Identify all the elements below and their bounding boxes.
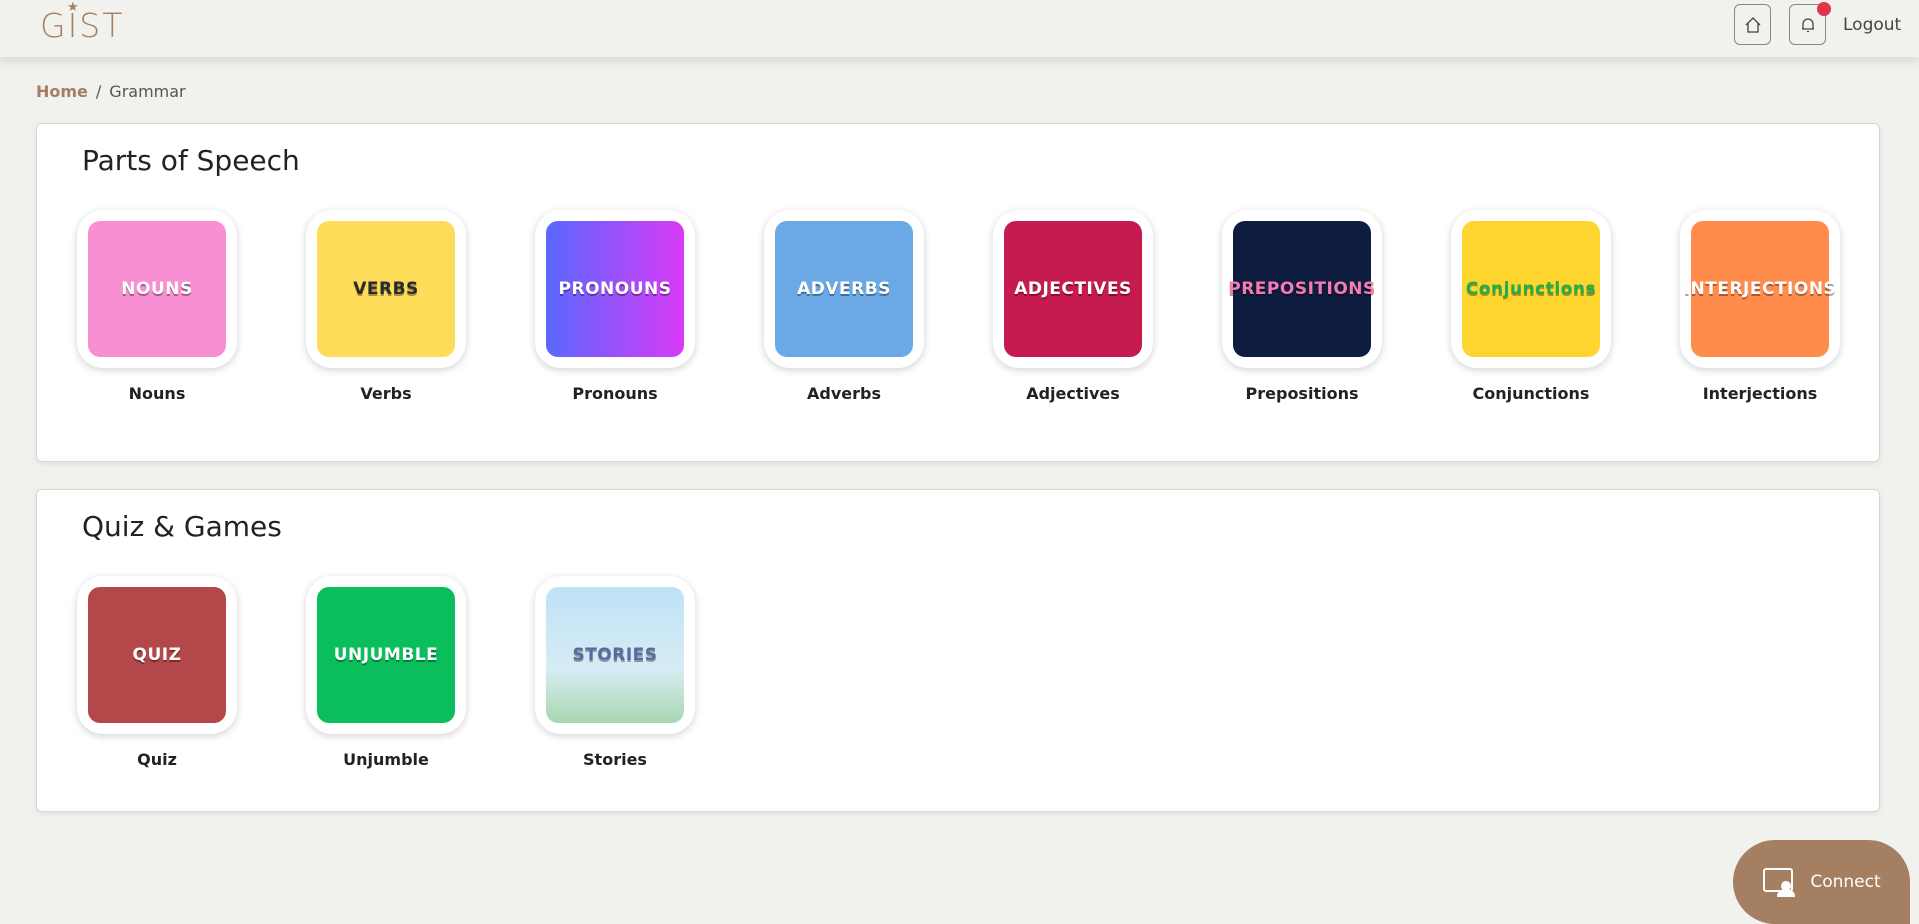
section-title: Parts of Speech [82,144,300,177]
adjectives-thumbnail: ADJECTIVES [1004,221,1142,357]
notification-dot [1817,2,1831,16]
tile-label: Interjections [1702,384,1818,403]
logout-link[interactable]: Logout [1843,15,1901,35]
tile-label: Adverbs [807,384,881,403]
tile-label: Unjumble [343,750,429,769]
tile-frame: PREPOSITIONS [1222,210,1382,368]
thumbnail-art-text: Conjunctions [1465,279,1597,299]
adverbs-thumbnail: ADVERBS [775,221,913,357]
stories-thumbnail: STORIES [546,587,684,723]
thumbnail-art-text: UNJUMBLE [333,645,439,665]
tile-frame: INTERJECTIONS [1680,210,1840,368]
tile-frame: VERBS [306,210,466,368]
tile-label: Verbs [360,384,412,403]
tile-stories[interactable]: STORIES Stories [535,576,695,769]
tile-frame: Conjunctions [1451,210,1611,368]
tile-quiz[interactable]: QUIZ Quiz [77,576,237,769]
tile-pronouns[interactable]: PRONOUNS Pronouns [535,210,695,403]
thumbnail-art-text: VERBS [353,279,419,299]
tile-frame: QUIZ [77,576,237,734]
tile-frame: PRONOUNS [535,210,695,368]
quiz-thumbnail: QUIZ [88,587,226,723]
screen-user-icon [1763,868,1796,897]
tile-label: Nouns [128,384,186,403]
conjunctions-thumbnail: Conjunctions [1462,221,1600,357]
notifications-button[interactable] [1789,2,1831,45]
interjections-thumbnail: INTERJECTIONS [1684,221,1836,357]
thumbnail-art-text: PREPOSITIONS [1228,279,1376,299]
tile-frame: ADJECTIVES [993,210,1153,368]
tile-interjections[interactable]: INTERJECTIONS Interjections [1680,210,1840,403]
thumbnail-art-text: QUIZ [132,645,182,665]
breadcrumb-separator: / [95,82,102,101]
home-icon [1745,16,1760,33]
tile-adjectives[interactable]: ADJECTIVES Adjectives [993,210,1153,403]
parts-of-speech-section: Parts of Speech NOUNS Nouns VERBS Verbs PRON… [36,123,1880,462]
tile-label: Conjunctions [1472,384,1590,403]
quiz-games-section: Quiz & Games QUIZ Quiz UNJUMBLE Unjumble STO… [36,489,1880,812]
thumbnail-art-text: ADJECTIVES [1014,279,1132,299]
breadcrumb-home[interactable]: Home [36,82,88,101]
verbs-thumbnail: VERBS [317,221,455,357]
tile-label: Pronouns [572,384,658,403]
tile-verbs[interactable]: VERBS Verbs [306,210,466,403]
home-button[interactable] [1734,4,1771,45]
pronouns-thumbnail: PRONOUNS [546,221,684,357]
bell-icon [1801,17,1814,32]
thumbnail-art-text: ADVERBS [797,279,891,299]
breadcrumb: Home / Grammar [36,82,186,101]
tile-adverbs[interactable]: ADVERBS Adverbs [764,210,924,403]
top-header: ★ GIST Logout [0,0,1919,57]
tile-label: Adjectives [1026,384,1120,403]
thumbnail-art-text: STORIES [572,645,658,665]
tile-conjunctions[interactable]: Conjunctions Conjunctions [1451,210,1611,403]
tile-prepositions[interactable]: PREPOSITIONS Prepositions [1222,210,1382,403]
tile-unjumble[interactable]: UNJUMBLE Unjumble [306,576,466,769]
section-title: Quiz & Games [82,510,282,543]
tile-nouns[interactable]: NOUNS Nouns [77,210,237,403]
gist-logo[interactable]: ★ GIST [40,0,125,45]
connect-label: Connect [1810,872,1881,892]
tile-label: Prepositions [1245,384,1359,403]
thumbnail-art-text: PRONOUNS [558,279,672,299]
thumbnail-art-text: INTERJECTIONS [1683,279,1837,299]
connect-button[interactable]: Connect [1733,840,1910,924]
nouns-thumbnail: NOUNS [88,221,226,357]
tile-frame: NOUNS [77,210,237,368]
logo-text: GIST [40,6,125,45]
tile-label: Stories [583,750,647,769]
tile-frame: ADVERBS [764,210,924,368]
tile-label: Quiz [137,750,177,769]
tile-frame: UNJUMBLE [306,576,466,734]
breadcrumb-current: Grammar [109,82,186,101]
star-icon: ★ [67,0,81,15]
tile-frame: STORIES [535,576,695,734]
prepositions-thumbnail: PREPOSITIONS [1228,221,1375,357]
unjumble-thumbnail: UNJUMBLE [317,587,455,723]
thumbnail-art-text: NOUNS [121,279,193,299]
